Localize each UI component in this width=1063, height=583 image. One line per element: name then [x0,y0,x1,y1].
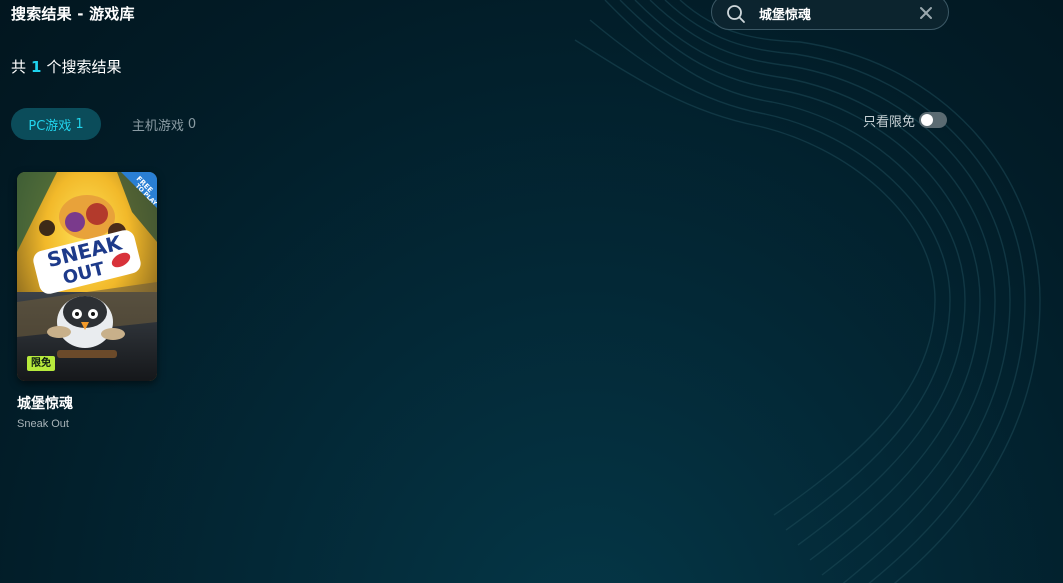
result-count-suffix: 个搜索结果 [46,58,122,76]
tab-pc-games-label: PC游戏 [28,118,72,134]
result-count-prefix: 共 [11,58,27,76]
page-title: 搜索结果 - 游戏库 [11,5,135,23]
free-only-filter[interactable]: 只看限免 [863,110,948,130]
free-only-label: 只看限免 [863,114,916,130]
game-card[interactable]: SNEAK OUT FREE TO PLAY 限免 城堡惊魂 Sneak Out [17,172,157,430]
tab-pc-games[interactable]: PC游戏 1 [11,108,101,140]
game-subtitle: Sneak Out [17,418,69,430]
game-cover[interactable]: SNEAK OUT FREE TO PLAY 限免 [17,172,157,381]
tab-pc-games-count: 1 [75,116,84,132]
close-icon[interactable] [919,6,933,20]
background-contour-lines [574,0,1041,583]
game-cover-art: SNEAK OUT FREE TO PLAY [17,172,157,381]
tab-console-games-count: 0 [187,116,197,132]
tab-console-games-label: 主机游戏 [131,118,184,134]
search-icon[interactable] [726,4,746,24]
search-input[interactable] [759,3,909,23]
search-box[interactable] [711,0,949,30]
free-only-toggle[interactable] [919,112,948,128]
toggle-knob [921,114,934,126]
free-badge: 限免 [27,356,55,371]
result-count: 共 1 个搜索结果 [11,56,121,77]
game-title[interactable]: 城堡惊魂 [17,393,157,413]
tab-console-games[interactable]: 主机游戏 0 [120,108,208,140]
result-count-number: 1 [31,58,42,76]
